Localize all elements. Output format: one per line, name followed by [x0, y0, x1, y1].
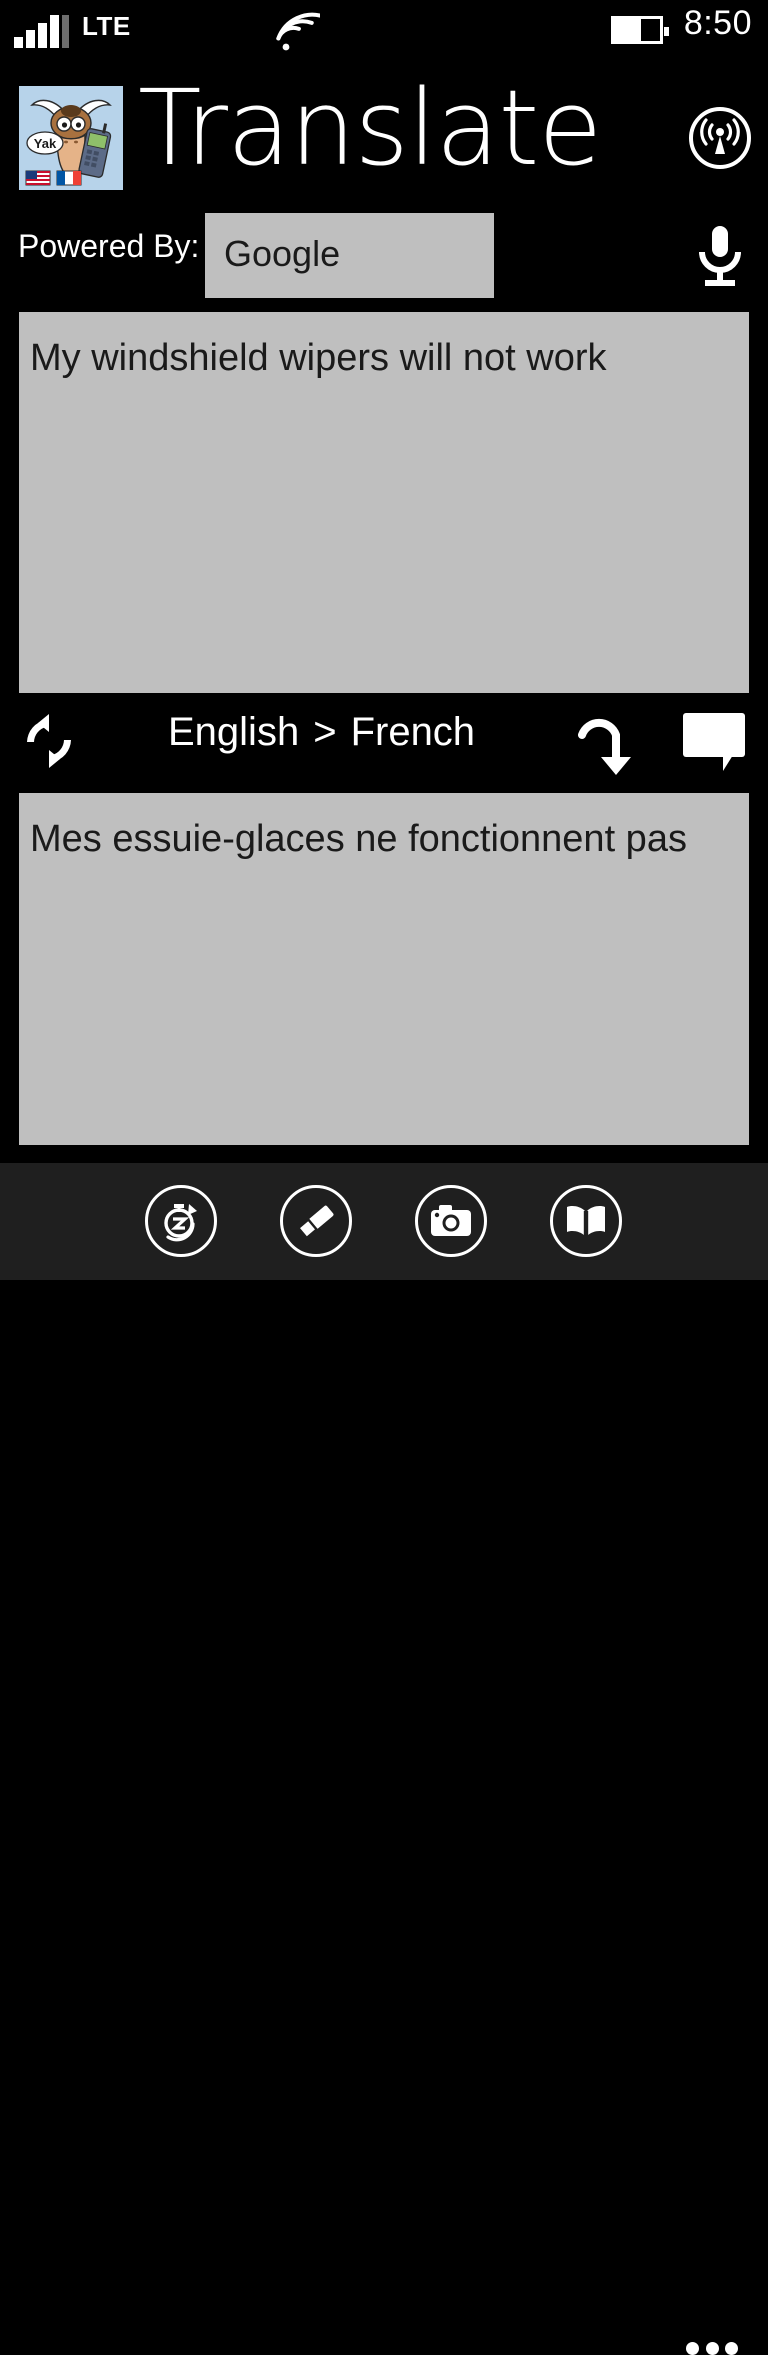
signal-bars-icon [14, 14, 72, 48]
wifi-icon [272, 8, 327, 54]
swap-languages-icon[interactable] [18, 710, 80, 772]
camera-button[interactable] [415, 1185, 487, 1257]
clear-button[interactable] [280, 1185, 352, 1257]
provider-select[interactable]: Google [205, 213, 494, 298]
svg-text:Yak: Yak [34, 136, 57, 151]
source-text-input[interactable]: My windshield wipers will not work [19, 312, 749, 693]
ellipsis-icon[interactable] [686, 2341, 738, 2355]
phrasebook-button[interactable] [550, 1185, 622, 1257]
status-bar: LTE 8:50 [0, 0, 768, 62]
yak-translate-logo: Yak [19, 86, 123, 190]
speech-bubble-icon[interactable] [683, 713, 749, 771]
page-title: Translate [138, 67, 602, 189]
provider-select-value: Google [224, 233, 341, 274]
history-button[interactable] [145, 1185, 217, 1257]
translated-text-output[interactable]: Mes essuie-glaces ne fonctionnent pas [19, 793, 749, 1145]
network-type-label: LTE [82, 11, 131, 41]
source-language-label: English [168, 710, 300, 754]
app-header: Yak Translate [0, 67, 768, 200]
language-direction-arrow: > [313, 710, 337, 754]
provider-row: Powered By: Google [0, 210, 768, 302]
language-pair[interactable]: English > French [168, 710, 475, 755]
language-bar: English > French [0, 698, 768, 788]
app-bar [0, 1163, 768, 2355]
target-language-label: French [350, 710, 476, 754]
battery-icon [611, 16, 669, 44]
powered-by-label: Powered By: [18, 228, 200, 264]
clock-time: 8:50 [683, 4, 752, 42]
phone-screen: LTE 8:50 Yak Translate Powered By: Googl… [0, 0, 768, 2355]
microphone-icon[interactable] [692, 224, 748, 290]
translate-down-arrow-icon[interactable] [572, 705, 634, 777]
broadcast-antenna-icon[interactable] [688, 106, 752, 170]
